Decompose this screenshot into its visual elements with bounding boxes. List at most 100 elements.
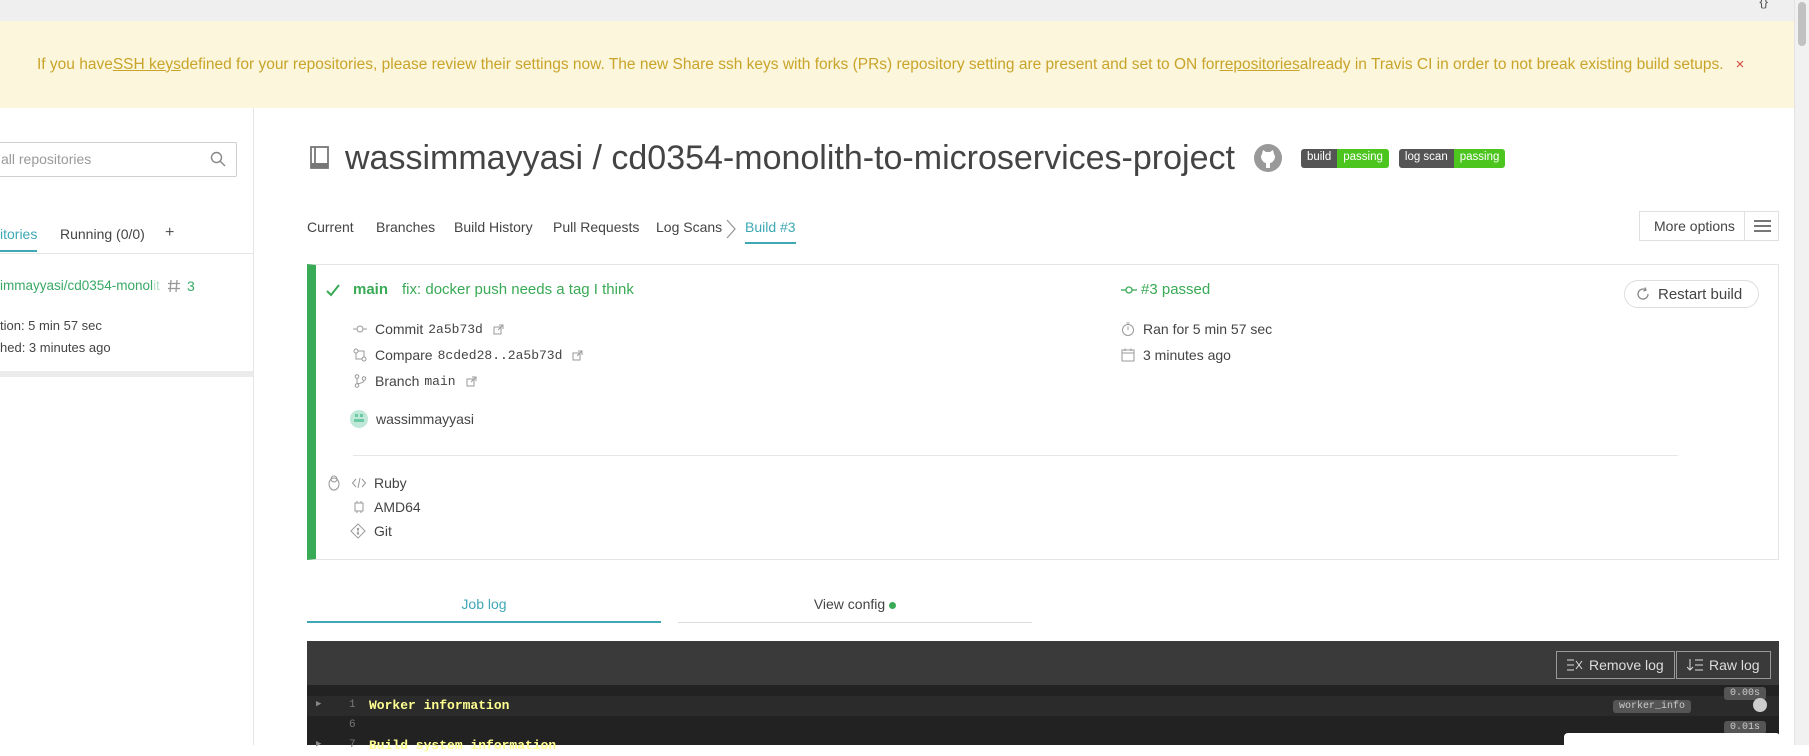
tab-build-history[interactable]: Build History xyxy=(454,219,533,235)
author-row: wassimmayyasi xyxy=(350,410,474,428)
fold-arrow-icon[interactable]: ▶ xyxy=(316,739,321,749)
ssh-keys-link[interactable]: SSH keys xyxy=(113,56,181,74)
log-line[interactable]: ▶ 7 Build system information xyxy=(307,736,1779,756)
ran-for-text: Ran for 5 min 57 sec xyxy=(1143,321,1273,337)
arch-row: AMD64 xyxy=(352,499,421,515)
compare-row: Compare 8cded28..2a5b73d xyxy=(353,347,583,363)
vcs-text: Git xyxy=(374,523,392,539)
build-status-badge[interactable]: build passing xyxy=(1300,148,1389,168)
sidebar-build-number[interactable]: 3 xyxy=(167,278,195,294)
banner-close-button[interactable]: × xyxy=(1736,56,1745,73)
hash-icon xyxy=(168,279,180,293)
banner-text-1: If you have xyxy=(37,55,113,73)
external-link-icon[interactable] xyxy=(466,376,477,387)
scrollbar-thumb[interactable] xyxy=(1798,2,1806,46)
log-line-number: 7 xyxy=(349,739,356,751)
tab-job-log-label: Job log xyxy=(461,596,507,612)
tab-job-log[interactable]: Job log xyxy=(307,590,661,623)
commit-sha[interactable]: 2a5b73d xyxy=(428,322,483,337)
log-line-text: Build system information xyxy=(369,738,557,753)
chevron-right-icon xyxy=(726,219,736,239)
card-divider xyxy=(353,455,1678,456)
search-input[interactable]: all repositories xyxy=(0,142,237,177)
floating-panel-edge xyxy=(1564,733,1780,745)
page-title: wassimmayyasi / cd0354-monolith-to-micro… xyxy=(345,138,1235,177)
log-scan-badge[interactable]: log scan passing xyxy=(1398,148,1506,168)
remove-log-button[interactable]: Remove log xyxy=(1556,651,1675,679)
sidebar-repo-link[interactable]: immayyasi/cd0354-monolit xyxy=(0,278,160,293)
tab-running[interactable]: Running (0/0) xyxy=(60,226,145,242)
badge-logscan-label: log scan xyxy=(1398,148,1454,168)
external-link-icon[interactable] xyxy=(493,324,504,335)
build-branch[interactable]: main xyxy=(353,281,388,298)
compare-icon xyxy=(353,348,367,362)
linux-penguin-icon xyxy=(328,475,340,491)
finished-text: 3 minutes ago xyxy=(1143,347,1231,363)
config-status-dot xyxy=(889,601,897,609)
sidebar-separator xyxy=(0,371,253,377)
build-summary-card xyxy=(307,264,1779,560)
remove-log-icon xyxy=(1567,659,1583,671)
build-message[interactable]: fix: docker push needs a tag I think xyxy=(402,281,634,298)
cpu-icon xyxy=(354,501,364,513)
repositories-link[interactable]: repositories xyxy=(1220,56,1300,74)
ssh-keys-banner: If you have SSH keys defined for your re… xyxy=(0,21,1794,108)
build-commit-title: main fix: docker push needs a tag I thin… xyxy=(325,281,634,298)
raw-log-button[interactable]: Raw log xyxy=(1676,651,1771,679)
sidebar: all repositories itories Running (0/0) +… xyxy=(0,108,254,745)
add-repo-button[interactable]: + xyxy=(165,224,174,242)
commit-dot-icon xyxy=(1121,285,1137,294)
tab-view-config[interactable]: View config xyxy=(678,590,1032,623)
tab-my-repositories[interactable]: itories xyxy=(0,226,38,252)
tab-current[interactable]: Current xyxy=(307,219,354,235)
external-link-icon[interactable] xyxy=(572,350,583,361)
log-line[interactable]: ▶ 1 Worker information xyxy=(307,696,1779,716)
raw-log-icon xyxy=(1687,659,1703,671)
tab-build-3[interactable]: Build #3 xyxy=(745,219,796,244)
badge-build-value: passing xyxy=(1337,148,1389,168)
log-line-number: 6 xyxy=(349,719,356,731)
tab-branches[interactable]: Branches xyxy=(376,219,435,235)
log-line-number: 1 xyxy=(349,699,356,711)
build-status[interactable]: #3 passed xyxy=(1121,281,1210,298)
tab-log-scans[interactable]: Log Scans xyxy=(656,219,722,235)
compare-range[interactable]: 8cded28..2a5b73d xyxy=(438,348,563,363)
sidebar-duration: tion: 5 min 57 sec xyxy=(0,318,102,333)
arch-text: AMD64 xyxy=(374,499,421,515)
branch-icon xyxy=(354,374,367,388)
badge-logscan-value: passing xyxy=(1453,148,1506,168)
log-line[interactable]: 6 xyxy=(307,716,1779,736)
more-options-label: More options xyxy=(1654,218,1735,234)
page-scrollbar[interactable] xyxy=(1794,0,1809,745)
github-icon[interactable] xyxy=(1253,143,1283,173)
search-icon xyxy=(210,151,226,167)
log-toolbar: Remove log Raw log xyxy=(307,641,1779,685)
sidebar-finished: hed: 3 minutes ago xyxy=(0,340,111,355)
language-text: Ruby xyxy=(374,475,407,491)
check-icon xyxy=(326,283,340,296)
fold-arrow-icon[interactable]: ▶ xyxy=(316,699,321,709)
banner-text-2: defined for your repositories, please re… xyxy=(180,55,1220,73)
tab-view-config-label: View config xyxy=(813,596,886,612)
scroll-to-top-icon[interactable] xyxy=(1753,698,1767,712)
ran-for-row: Ran for 5 min 57 sec xyxy=(1121,321,1272,337)
hamburger-icon xyxy=(1744,212,1778,240)
restart-build-button[interactable]: Restart build xyxy=(1624,280,1759,308)
commit-icon xyxy=(353,325,367,333)
calendar-icon xyxy=(1121,348,1135,362)
avatar xyxy=(350,410,368,428)
more-options-button[interactable]: More options xyxy=(1639,211,1779,241)
vcs-row: Git xyxy=(350,523,392,539)
sidebar-build-number-value: 3 xyxy=(187,278,195,294)
branch-name[interactable]: main xyxy=(424,374,455,389)
language-row: Ruby xyxy=(352,475,407,491)
restart-icon xyxy=(1637,287,1649,300)
browser-top-strip: {} xyxy=(0,0,1794,21)
log-line-text: Worker information xyxy=(369,698,510,713)
raw-log-label: Raw log xyxy=(1709,657,1760,673)
sidebar-repo-name: immayyasi/cd0354-monol xyxy=(0,278,154,293)
commit-row: Commit 2a5b73d xyxy=(353,321,504,337)
repo-book-icon xyxy=(310,146,329,169)
remove-log-label: Remove log xyxy=(1589,657,1664,673)
tab-pull-requests[interactable]: Pull Requests xyxy=(553,219,639,235)
